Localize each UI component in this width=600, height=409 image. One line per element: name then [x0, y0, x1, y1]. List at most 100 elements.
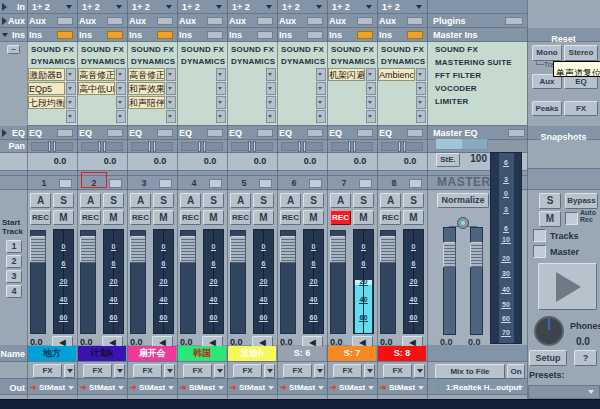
volume-fader-handle[interactable]	[180, 236, 196, 263]
reset-mono-button[interactable]: Mono	[532, 45, 562, 61]
out-select[interactable]: StMast	[39, 383, 65, 392]
volume-fader-handle[interactable]	[280, 236, 296, 263]
rec-button[interactable]: REC	[180, 210, 201, 225]
reset-fx-button[interactable]: FX	[564, 101, 598, 116]
pan-handle[interactable]	[353, 141, 356, 152]
solo-button[interactable]: S	[53, 193, 74, 208]
start-track-button-4[interactable]: 4	[6, 285, 22, 298]
track-number-button[interactable]	[209, 179, 222, 188]
master-checkbox[interactable]	[533, 245, 546, 258]
arm-button[interactable]: A	[130, 193, 151, 208]
mute-button[interactable]: M	[53, 210, 74, 225]
pan-slider[interactable]	[31, 142, 73, 151]
out-select-arrow-icon[interactable]	[218, 386, 224, 390]
solo-button[interactable]: S	[303, 193, 324, 208]
eq-button[interactable]	[157, 129, 173, 137]
out-select-arrow-icon[interactable]	[418, 386, 424, 390]
pan-handle[interactable]	[303, 141, 306, 152]
rec-button[interactable]: REC	[330, 210, 351, 225]
mute-button[interactable]: M	[153, 210, 174, 225]
pan-handle[interactable]	[253, 141, 256, 152]
insert-slot-filled[interactable]: 和声效果	[128, 82, 165, 95]
out-select[interactable]: StMast	[239, 383, 265, 392]
pan-handle[interactable]	[48, 141, 51, 152]
input-select[interactable]: 1+ 2	[32, 2, 50, 12]
ins-button[interactable]	[107, 31, 123, 39]
auto-rec-checkbox[interactable]	[565, 212, 578, 225]
out-select[interactable]: StMast	[139, 383, 165, 392]
track-number-button[interactable]	[359, 179, 372, 188]
track-name[interactable]: 地方	[28, 346, 76, 361]
aux-button[interactable]	[57, 17, 73, 25]
master-solo-button[interactable]: S	[539, 193, 561, 209]
master-output-select[interactable]: 1:Realtek H...output	[446, 383, 521, 392]
start-track-button-2[interactable]: 2	[6, 255, 22, 268]
fx-button[interactable]: FX	[183, 364, 212, 378]
rec-button[interactable]: REC	[380, 210, 401, 225]
out-select[interactable]: StMast	[189, 383, 215, 392]
mute-button[interactable]: M	[103, 210, 124, 225]
input-select[interactable]: 1+ 2	[282, 2, 300, 12]
pan-handle[interactable]	[198, 141, 201, 152]
arm-button[interactable]: A	[180, 193, 201, 208]
fx-button[interactable]: FX	[333, 364, 362, 378]
track-number-button[interactable]	[309, 179, 322, 188]
bypass-button[interactable]: Bypass	[565, 193, 598, 209]
solo-button[interactable]: S	[203, 193, 224, 208]
insert-slot-filled[interactable]: 机架闪避	[328, 68, 365, 81]
volume-fader-handle[interactable]	[230, 236, 246, 263]
mute-button[interactable]: M	[303, 210, 324, 225]
reset-peaks-button[interactable]: Peaks	[532, 101, 562, 116]
insert-slot-filled[interactable]: 高中低UI	[78, 82, 115, 95]
input-select[interactable]: 1+ 2	[332, 2, 350, 12]
pan-slider[interactable]	[331, 142, 373, 151]
insert-slot-filled[interactable]: 高音修正	[78, 68, 115, 81]
rec-button[interactable]: REC	[280, 210, 301, 225]
pan-slider[interactable]	[381, 142, 423, 151]
out-select[interactable]: StMast	[289, 383, 315, 392]
volume-fader-handle[interactable]	[330, 236, 346, 263]
insert-slot-filled[interactable]: 激励器B	[28, 68, 65, 81]
ins-button[interactable]	[157, 31, 173, 39]
out-select-arrow-icon[interactable]	[168, 386, 174, 390]
eq-button[interactable]	[407, 129, 423, 137]
mute-button[interactable]: M	[403, 210, 424, 225]
eq-button[interactable]	[207, 129, 223, 137]
input-select[interactable]: 1+ 2	[82, 2, 100, 12]
mix-on-button[interactable]: On	[507, 364, 525, 379]
fx-button[interactable]: FX	[283, 364, 312, 378]
mute-button[interactable]: M	[353, 210, 374, 225]
arm-button[interactable]: A	[30, 193, 51, 208]
aux-button[interactable]	[257, 17, 273, 25]
master-plugins-button[interactable]	[505, 17, 523, 25]
fx-button[interactable]: FX	[383, 364, 412, 378]
presets-select-arrow-icon[interactable]	[588, 390, 594, 394]
solo-button[interactable]: S	[153, 193, 174, 208]
pan-handle[interactable]	[348, 141, 351, 152]
track-name[interactable]: S: 8	[378, 346, 426, 361]
insert-slot-filled[interactable]: Ambience:	[378, 68, 415, 81]
volume-fader-handle[interactable]	[380, 236, 396, 263]
mute-button[interactable]: M	[253, 210, 274, 225]
output-select-arrow-icon[interactable]	[517, 386, 523, 390]
track-name[interactable]: 扇开会	[128, 346, 176, 361]
start-track-button-3[interactable]: 3	[6, 270, 22, 283]
out-select[interactable]: StMast	[339, 383, 365, 392]
insert-slot-filled[interactable]: 和声陪伴	[128, 96, 165, 109]
rec-button[interactable]: REC	[230, 210, 251, 225]
pan-handle[interactable]	[148, 141, 151, 152]
insert-slot-filled[interactable]: 高音修正	[128, 68, 165, 81]
pan-handle[interactable]	[153, 141, 156, 152]
track-number-button[interactable]	[409, 179, 422, 188]
solo-button[interactable]: S	[353, 193, 374, 208]
aux-button[interactable]	[407, 17, 423, 25]
ins-button[interactable]	[207, 31, 223, 39]
pan-handle[interactable]	[98, 141, 101, 152]
aux-button[interactable]	[157, 17, 173, 25]
out-select[interactable]: StMast	[89, 383, 115, 392]
master-eq-button[interactable]	[508, 129, 525, 137]
tracks-checkbox[interactable]	[533, 229, 546, 242]
setup-button[interactable]: Setup	[529, 350, 567, 366]
arm-button[interactable]: A	[230, 193, 251, 208]
track-name[interactable]: S: 6	[278, 346, 326, 361]
